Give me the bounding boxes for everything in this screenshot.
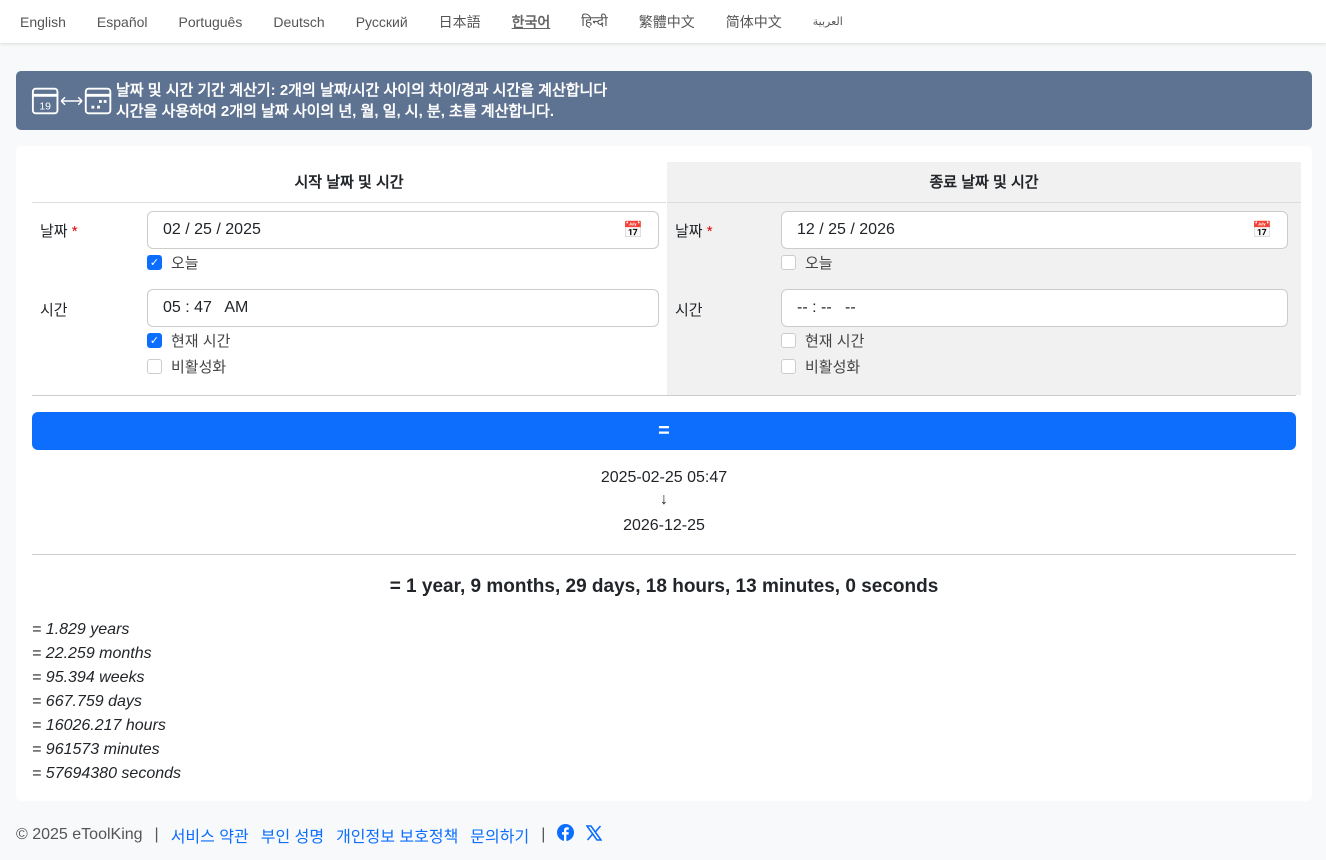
- banner-title: 날짜 및 시간 기간 계산기: 2개의 날짜/시간 사이의 차이/경과 시간을 …: [116, 81, 608, 99]
- calculate-button[interactable]: =: [32, 412, 1296, 450]
- start-section: 시작 날짜 및 시간 날짜 * 02 / 25 / 2025 📅 ✓ 오늘 시간 0…: [32, 162, 666, 395]
- end-time-input[interactable]: -- : -- --: [781, 289, 1288, 327]
- separator: |: [541, 826, 546, 843]
- lang-russian[interactable]: Русский: [356, 14, 408, 30]
- svg-text:19: 19: [39, 101, 51, 112]
- lang-simplified-chinese[interactable]: 简体中文: [726, 12, 782, 32]
- result-to: 2026-12-25: [623, 517, 705, 534]
- lang-hindi[interactable]: हिन्दी: [581, 12, 607, 31]
- start-time-input[interactable]: 05 : 47 AM: [147, 289, 659, 327]
- start-date-input[interactable]: 02 / 25 / 2025 📅: [147, 211, 659, 249]
- detail-days: = 667.759 days: [32, 693, 142, 710]
- divider: [32, 395, 1296, 396]
- calendar-icon[interactable]: 📅: [623, 220, 643, 240]
- header-banner: 19 날짜 및 시간 기간 계산기: 2개의 날짜/시간 사이의 차이/경과 시…: [16, 71, 1312, 130]
- facebook-icon[interactable]: [557, 824, 575, 846]
- lang-traditional-chinese[interactable]: 繁體中文: [639, 12, 695, 32]
- lang-german[interactable]: Deutsch: [273, 14, 324, 30]
- copyright: © 2025 eToolKing: [16, 826, 143, 843]
- detail-hours: = 16026.217 hours: [32, 717, 166, 734]
- detail-years: = 1.829 years: [32, 621, 130, 638]
- detail-seconds: = 57694380 seconds: [32, 765, 182, 782]
- result-summary: = 1 year, 9 months, 29 days, 18 hours, 1…: [389, 576, 939, 597]
- start-disable-checkbox[interactable]: 비활성화: [147, 356, 226, 377]
- end-date-input[interactable]: 12 / 25 / 2026 📅: [781, 211, 1288, 249]
- divider: [32, 554, 1296, 555]
- start-now-checkbox[interactable]: ✓ 현재 시간: [147, 330, 230, 351]
- down-arrow-icon: ↓: [660, 491, 668, 508]
- calendar-icon[interactable]: 📅: [1252, 220, 1272, 240]
- x-twitter-icon[interactable]: [585, 824, 603, 846]
- lang-japanese[interactable]: 日本語: [439, 12, 481, 32]
- end-title: 종료 날짜 및 시간: [667, 162, 1301, 203]
- calculator-card: 시작 날짜 및 시간 날짜 * 02 / 25 / 2025 📅 ✓ 오늘 시간 0…: [16, 146, 1312, 801]
- separator: |: [154, 826, 159, 843]
- end-time-label: 시간: [675, 302, 703, 319]
- end-today-checkbox[interactable]: 오늘: [781, 252, 833, 273]
- privacy-link[interactable]: 개인정보 보호정책: [336, 823, 458, 847]
- calendar-range-icon: 19: [16, 85, 116, 117]
- lang-english[interactable]: English: [20, 14, 66, 30]
- contact-link[interactable]: 문의하기: [470, 823, 529, 847]
- end-now-checkbox[interactable]: 현재 시간: [781, 330, 864, 351]
- end-section: 종료 날짜 및 시간 날짜 * 12 / 25 / 2026 📅 오늘 시간 --…: [667, 162, 1301, 395]
- lang-arabic[interactable]: العربية: [813, 15, 843, 28]
- language-nav: English Español Português Deutsch Русски…: [0, 0, 1326, 43]
- disclaimer-link[interactable]: 부인 성명: [261, 823, 324, 847]
- start-today-checkbox[interactable]: ✓ 오늘: [147, 252, 199, 273]
- start-date-label: 날짜 *: [40, 223, 78, 240]
- lang-spanish[interactable]: Español: [97, 14, 148, 30]
- terms-link[interactable]: 서비스 약관: [171, 823, 249, 847]
- lang-korean[interactable]: 한국어: [512, 12, 551, 32]
- detail-weeks: = 95.394 weeks: [32, 669, 145, 686]
- result-from: 2025-02-25 05:47: [600, 469, 728, 486]
- start-time-label: 시간: [40, 302, 68, 319]
- result-details: = 1.829 years = 22.259 months = 95.394 w…: [32, 618, 181, 786]
- detail-months: = 22.259 months: [32, 645, 152, 662]
- end-date-label: 날짜 *: [675, 223, 713, 240]
- footer: © 2025 eToolKing | 서비스 약관 부인 성명 개인정보 보호정…: [16, 823, 603, 847]
- start-title: 시작 날짜 및 시간: [32, 162, 666, 203]
- lang-portuguese[interactable]: Português: [179, 14, 243, 30]
- detail-minutes: = 961573 minutes: [32, 741, 160, 758]
- banner-subtitle: 시간을 사용하여 2개의 날짜 사이의 년, 월, 일, 시, 분, 초를 계산…: [116, 102, 554, 120]
- end-disable-checkbox[interactable]: 비활성화: [781, 356, 860, 377]
